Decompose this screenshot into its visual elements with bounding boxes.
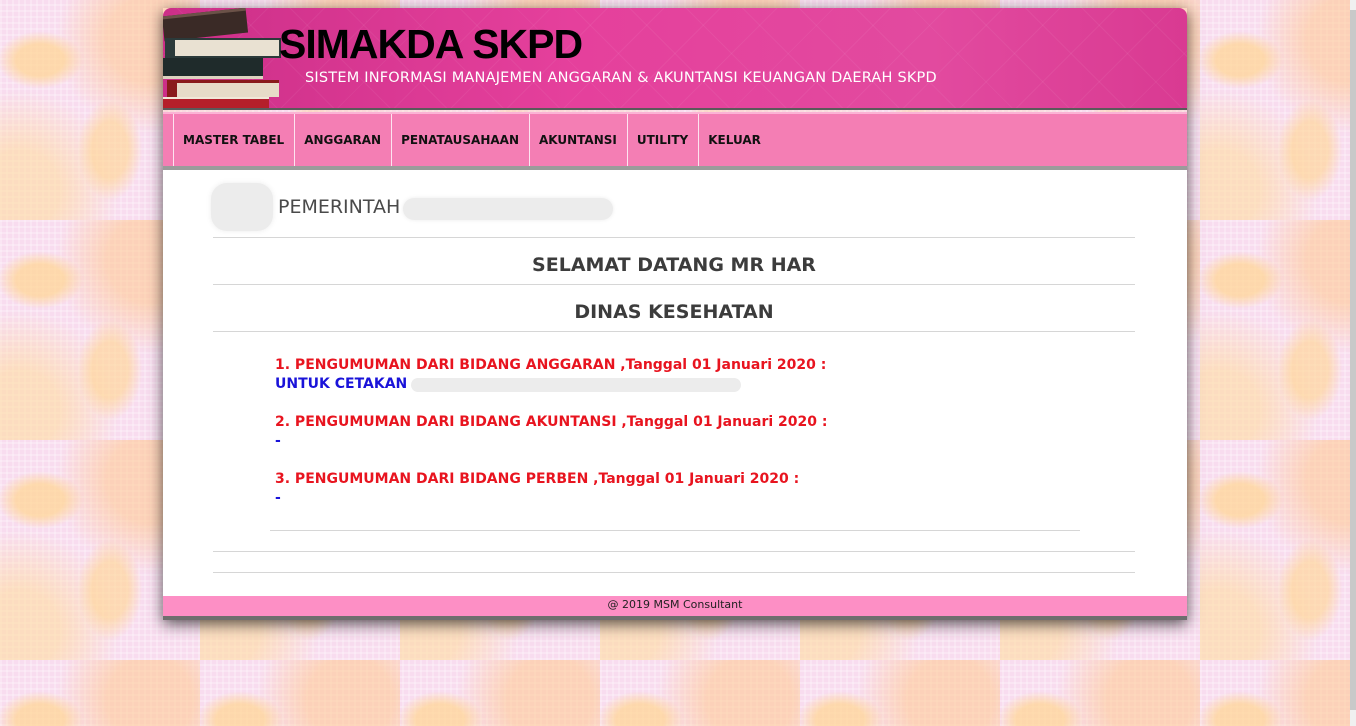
menu-penatausahaan[interactable]: PENATAUSAHAAN	[391, 114, 529, 166]
book-shape	[163, 58, 263, 79]
divider	[213, 572, 1135, 573]
announcement-list: 1. PENGUMUMAN DARI BIDANG ANGGARAN ,Tang…	[275, 356, 975, 527]
divider	[270, 530, 1080, 531]
books-icon	[163, 8, 281, 108]
book-shape	[163, 97, 269, 108]
announcement-item: 3. PENGUMUMAN DARI BIDANG PERBEN ,Tangga…	[275, 470, 975, 527]
app-header: SIMAKDA SKPD SISTEM INFORMASI MANAJEMEN …	[163, 8, 1187, 110]
scrollbar-thumb[interactable]	[1350, 10, 1356, 710]
department-name: DINAS KESEHATAN	[574, 301, 774, 323]
book-shape	[167, 80, 279, 97]
page-scrollbar[interactable]	[1350, 0, 1356, 726]
divider	[213, 237, 1135, 238]
main-content: PEMERINTAH SELAMAT DATANG MR HAR DINAS K…	[163, 170, 1187, 596]
menu-anggaran[interactable]: ANGGARAN	[294, 114, 391, 166]
announcement-body: -	[275, 489, 975, 508]
announcement-item: 2. PENGUMUMAN DARI BIDANG AKUNTANSI ,Tan…	[275, 413, 975, 470]
announcement-body-text: -	[275, 490, 281, 506]
welcome-text: SELAMAT DATANG MR HAR	[532, 254, 816, 276]
main-menu: MASTER TABEL ANGGARAN PENATAUSAHAAN AKUN…	[163, 112, 1187, 170]
announcement-body-text: -	[275, 433, 281, 449]
menu-utility[interactable]: UTILITY	[626, 114, 698, 166]
app-title: SIMAKDA SKPD	[279, 21, 583, 67]
announcement-title: 2. PENGUMUMAN DARI BIDANG AKUNTANSI ,Tan…	[275, 414, 828, 430]
divider	[213, 551, 1135, 552]
divider	[213, 284, 1135, 285]
announcement-body-text: UNTUK CETAKAN	[275, 376, 408, 392]
org-prefix: PEMERINTAH	[278, 196, 401, 218]
announcement-body: -	[275, 432, 975, 451]
announcement-title: 3. PENGUMUMAN DARI BIDANG PERBEN ,Tangga…	[275, 471, 800, 487]
book-shape	[165, 38, 281, 58]
app-shell: SIMAKDA SKPD SISTEM INFORMASI MANAJEMEN …	[163, 8, 1187, 620]
announcement-body: UNTUK CETAKAN	[275, 375, 975, 394]
org-header: PEMERINTAH	[211, 182, 614, 232]
region-name-redacted	[403, 198, 614, 220]
menu-keluar[interactable]: KELUAR	[698, 114, 771, 166]
book-shape	[163, 8, 249, 42]
announcement-body-redacted	[411, 377, 742, 392]
region-logo-redacted	[211, 183, 273, 231]
app-subtitle: SISTEM INFORMASI MANAJEMEN ANGGARAN & AK…	[305, 70, 937, 86]
menu-master-tabel[interactable]: MASTER TABEL	[173, 114, 294, 166]
announcement-item: 1. PENGUMUMAN DARI BIDANG ANGGARAN ,Tang…	[275, 356, 975, 413]
divider	[213, 331, 1135, 332]
menu-akuntansi[interactable]: AKUNTANSI	[529, 114, 627, 166]
footer: @ 2019 MSM Consultant	[163, 596, 1187, 620]
announcement-title: 1. PENGUMUMAN DARI BIDANG ANGGARAN ,Tang…	[275, 357, 827, 373]
